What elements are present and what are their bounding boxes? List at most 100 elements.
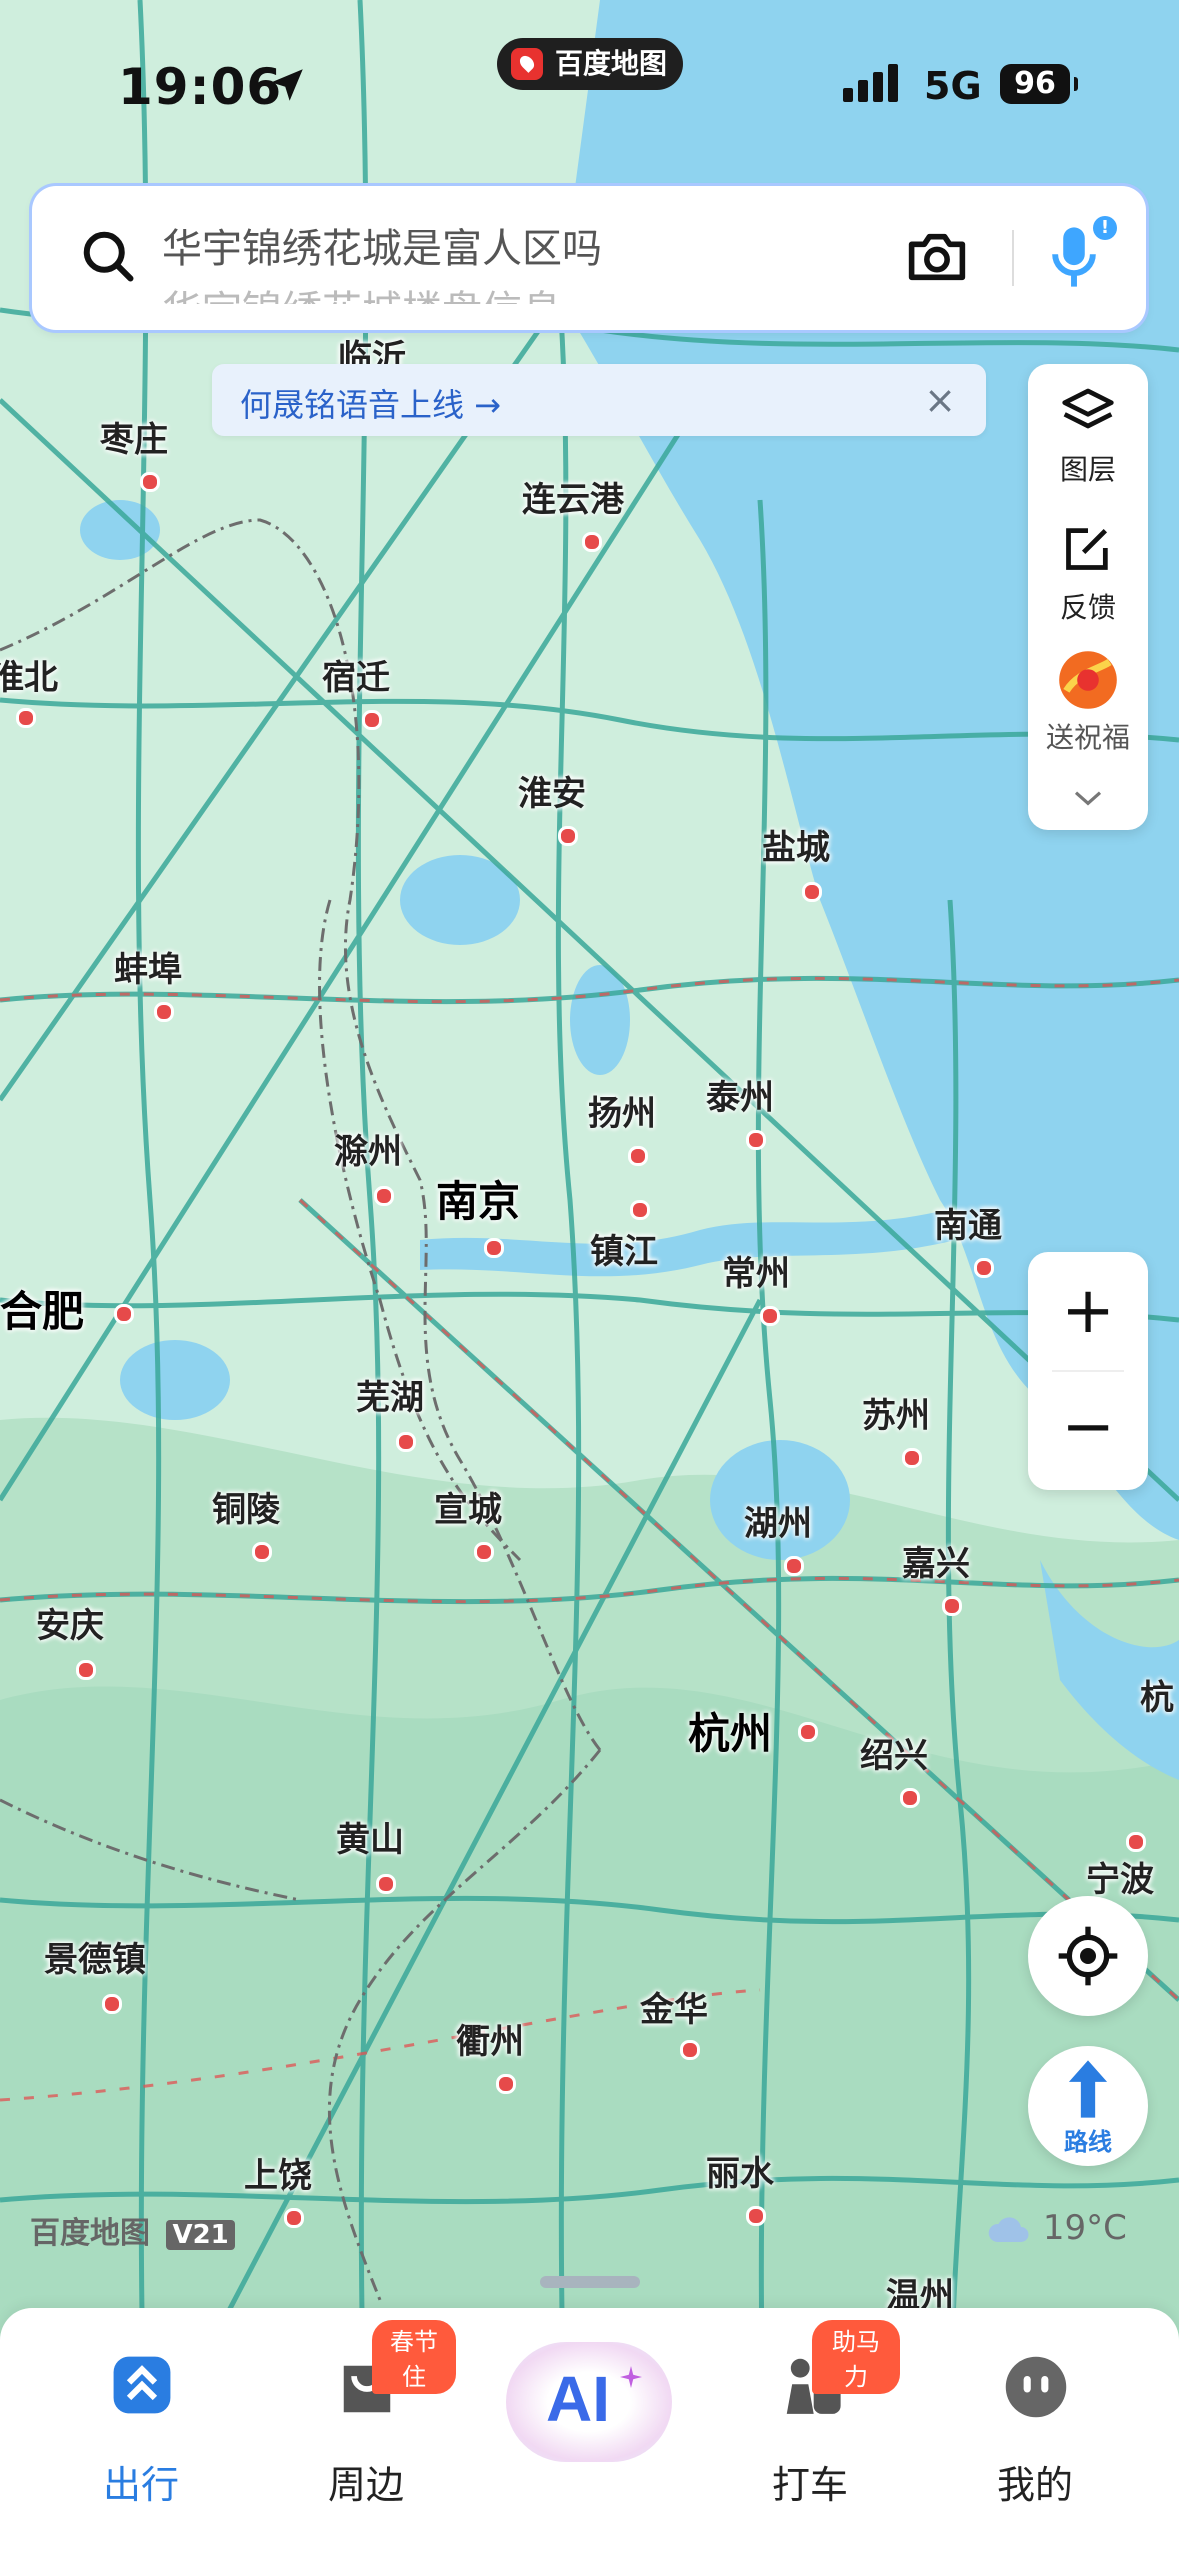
city-label[interactable]: 黄山 — [336, 1812, 404, 1861]
city-label[interactable]: 淮北 — [0, 650, 58, 699]
city-marker[interactable] — [76, 1660, 96, 1680]
city-label[interactable]: 景德镇 — [44, 1932, 146, 1981]
city-marker[interactable] — [284, 2208, 304, 2228]
city-marker[interactable] — [1126, 1832, 1146, 1852]
city-label[interactable]: 淮安 — [518, 766, 586, 815]
nav-mine[interactable]: 我的 — [945, 2336, 1125, 2536]
city-marker[interactable] — [784, 1556, 804, 1576]
location-arrow-icon — [271, 69, 303, 101]
city-label[interactable]: 合肥 — [0, 1278, 84, 1339]
feedback-edit-icon — [1066, 528, 1108, 570]
city-marker[interactable] — [680, 2040, 700, 2060]
city-label[interactable]: 杭 — [1140, 1670, 1174, 1719]
city-label[interactable]: 连云港 — [522, 472, 624, 521]
weather-widget[interactable]: 19°C — [986, 2208, 1127, 2248]
feedback-label: 反馈 — [1059, 591, 1116, 624]
nav-label: 出行 — [102, 2463, 179, 2507]
map-watermark: 百度地图 V21 — [30, 2208, 235, 2252]
city-marker[interactable] — [942, 1596, 962, 1616]
city-marker[interactable] — [496, 2074, 516, 2094]
zoom-in-button[interactable]: + — [1028, 1252, 1148, 1370]
city-label[interactable]: 嘉兴 — [902, 1536, 970, 1585]
status-bar: 19:06 百度地图 5G 96 — [0, 0, 1179, 170]
city-label[interactable]: 盐城 — [762, 820, 830, 869]
locate-me-button[interactable] — [1028, 1896, 1148, 2016]
banner-close-button[interactable]: × — [924, 378, 956, 422]
city-marker[interactable] — [798, 1722, 818, 1742]
city-label[interactable]: 宿迁 — [322, 650, 390, 699]
feedback-button[interactable]: 反馈 — [1028, 504, 1148, 634]
city-marker[interactable] — [396, 1432, 416, 1452]
app-return-badge[interactable]: 百度地图 — [497, 38, 683, 90]
greeting-button[interactable]: 送祝福 — [1028, 644, 1148, 784]
city-marker[interactable] — [140, 472, 160, 492]
city-marker[interactable] — [802, 882, 822, 902]
city-label[interactable]: 芜湖 — [356, 1370, 424, 1419]
nav-nearby[interactable]: 春节住 周边 — [276, 2320, 456, 2536]
nav-travel[interactable]: 出行 — [51, 2336, 231, 2536]
city-label[interactable]: 上饶 — [244, 2148, 312, 2197]
city-marker[interactable] — [558, 826, 578, 846]
search-bar[interactable]: 华宇锦绣花城是富人区吗 华宇锦绣花城楼盘信息 — [32, 186, 1146, 330]
city-marker[interactable] — [746, 2206, 766, 2226]
cloud-icon — [988, 2216, 1029, 2242]
city-marker[interactable] — [484, 1238, 504, 1258]
city-marker[interactable] — [900, 1788, 920, 1808]
city-label[interactable]: 泰州 — [706, 1070, 774, 1119]
city-marker[interactable] — [630, 1200, 650, 1220]
nav-ai[interactable]: AI — [500, 2338, 680, 2508]
city-label[interactable]: 湖州 — [744, 1496, 812, 1545]
city-marker[interactable] — [902, 1448, 922, 1468]
city-marker[interactable] — [582, 532, 602, 552]
city-marker[interactable] — [102, 1994, 122, 2014]
version-badge: V21 — [166, 2220, 235, 2250]
camera-icon[interactable] — [904, 226, 970, 288]
city-label[interactable]: 宣城 — [434, 1482, 502, 1531]
city-label[interactable]: 常州 — [722, 1246, 790, 1295]
search-input[interactable]: 华宇锦绣花城是富人区吗 — [162, 216, 602, 274]
city-marker[interactable] — [154, 1002, 174, 1022]
city-label[interactable]: 宁波 — [1086, 1852, 1154, 1901]
zoom-out-button[interactable]: − — [1028, 1372, 1148, 1490]
city-label[interactable]: 扬州 — [588, 1086, 656, 1135]
route-button[interactable]: 路线 — [1028, 2046, 1148, 2166]
city-label[interactable]: 滁州 — [334, 1124, 402, 1173]
city-marker[interactable] — [474, 1542, 494, 1562]
city-marker[interactable] — [746, 1130, 766, 1150]
search-rotating-hint: 华宇锦绣花城楼盘信息 — [162, 278, 562, 304]
city-marker[interactable] — [374, 1186, 394, 1206]
city-label[interactable]: 镇江 — [590, 1224, 658, 1273]
drag-handle[interactable] — [540, 2276, 640, 2288]
travel-icon — [113, 2356, 171, 2414]
weather-temp: 19°C — [1042, 2208, 1127, 2248]
city-marker[interactable] — [760, 1306, 780, 1326]
voice-promo-banner[interactable]: 何晟铭语音上线 → × — [212, 364, 986, 436]
city-marker[interactable] — [114, 1304, 134, 1324]
city-label[interactable]: 金华 — [640, 1982, 708, 2031]
nav-taxi[interactable]: 助马力 打车 — [720, 2320, 900, 2536]
city-label[interactable]: 铜陵 — [212, 1482, 280, 1531]
chevron-down-icon[interactable] — [1072, 788, 1104, 808]
city-label[interactable]: 南京 — [436, 1168, 520, 1229]
city-label[interactable]: 安庆 — [36, 1598, 104, 1647]
city-marker[interactable] — [362, 710, 382, 730]
city-marker[interactable] — [974, 1258, 994, 1278]
crosshair-locate-icon — [1058, 1926, 1118, 1986]
bottom-nav: 出行 春节住 周边 AI 助马力 打车 我的 — [0, 2308, 1179, 2556]
city-marker[interactable] — [376, 1874, 396, 1894]
city-label[interactable]: 杭州 — [688, 1700, 772, 1761]
city-label[interactable]: 衢州 — [456, 2014, 524, 2063]
city-marker[interactable] — [628, 1146, 648, 1166]
city-marker[interactable] — [252, 1542, 272, 1562]
city-marker[interactable] — [16, 708, 36, 728]
banner-text[interactable]: 何晟铭语音上线 → — [240, 380, 501, 426]
layers-button[interactable]: 图层 — [1028, 364, 1148, 494]
city-label[interactable]: 丽水 — [706, 2146, 774, 2195]
new-year-fortune-icon — [1059, 651, 1117, 709]
city-label[interactable]: 苏州 — [862, 1388, 930, 1437]
city-label[interactable]: 蚌埠 — [114, 942, 182, 991]
city-label[interactable]: 绍兴 — [860, 1728, 928, 1777]
city-label[interactable]: 南通 — [934, 1198, 1002, 1247]
city-label[interactable]: 枣庄 — [100, 412, 168, 461]
status-time: 19:06 — [118, 58, 283, 116]
